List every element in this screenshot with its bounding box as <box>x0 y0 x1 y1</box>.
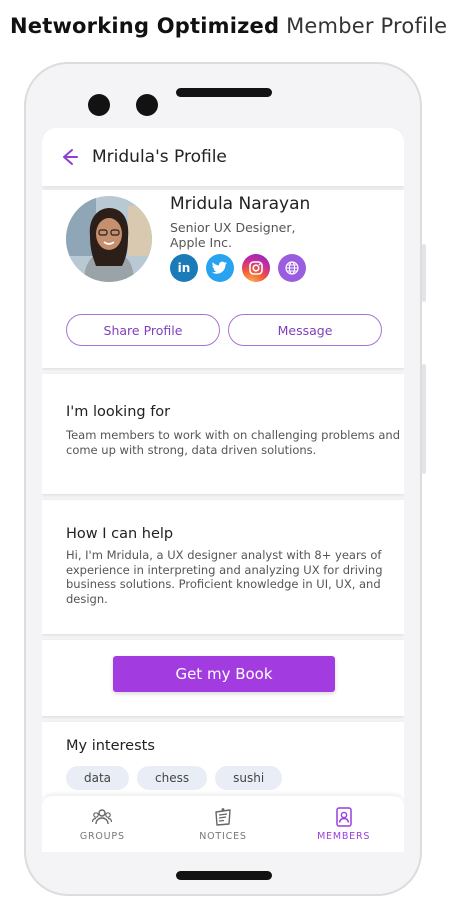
app-screen: Mridula's Profile Mridula Narayan Senior… <box>42 128 404 852</box>
volume-button <box>422 244 426 302</box>
how-help-text: Hi, I'm Mridula, a UX designer analyst w… <box>66 548 383 606</box>
members-icon <box>333 806 355 828</box>
back-arrow-icon[interactable] <box>58 146 80 168</box>
groups-icon <box>91 806 113 828</box>
interest-chip[interactable]: data <box>66 766 130 790</box>
camera-dot <box>88 94 110 116</box>
bottom-navigation: GROUPS NOTICES MEMBERS <box>42 796 404 852</box>
nav-item-members[interactable]: MEMBERS <box>289 806 399 842</box>
nav-label-groups: GROUPS <box>79 831 125 842</box>
sensor-dot <box>136 94 158 116</box>
power-button <box>422 364 426 474</box>
interest-chip[interactable]: sushi <box>215 766 283 790</box>
avatar <box>66 196 152 282</box>
social-links: in <box>170 254 306 282</box>
share-profile-button[interactable]: Share Profile <box>66 314 220 346</box>
nav-label-members: MEMBERS <box>317 831 371 842</box>
message-button[interactable]: Message <box>228 314 382 346</box>
interests-title: My interests <box>66 738 155 754</box>
home-indicator <box>176 871 272 880</box>
globe-icon[interactable] <box>278 254 306 282</box>
nav-item-groups[interactable]: GROUPS <box>47 806 157 842</box>
how-i-can-help-card: How I can help Hi, I'm Mridula, a UX des… <box>42 500 404 634</box>
book-card: Get my Book <box>42 640 404 716</box>
nav-label-notices: NOTICES <box>199 831 247 842</box>
page-headline: Networking Optimized Member Profile <box>10 14 447 38</box>
notices-icon <box>212 806 234 828</box>
how-help-title: How I can help <box>66 526 174 542</box>
app-bar: Mridula's Profile <box>42 128 404 186</box>
instagram-icon[interactable] <box>242 254 270 282</box>
looking-for-text: Team members to work with on challenging… <box>66 428 401 457</box>
role-company: Apple Inc. <box>170 235 233 250</box>
member-name: Mridula Narayan <box>170 194 311 214</box>
linkedin-icon[interactable]: in <box>170 254 198 282</box>
nav-item-notices[interactable]: NOTICES <box>168 806 278 842</box>
looking-for-card: I'm looking for Team members to work wit… <box>42 374 404 494</box>
interest-chips: data chess sushi <box>66 766 283 790</box>
interest-chip[interactable]: chess <box>137 766 208 790</box>
role-title: Senior UX Designer, <box>170 220 296 235</box>
speaker-grill <box>176 88 272 97</box>
page-title: Mridula's Profile <box>92 147 227 167</box>
headline-light: Member Profile <box>286 14 448 38</box>
looking-for-title: I'm looking for <box>66 404 171 420</box>
member-role: Senior UX Designer, Apple Inc. <box>170 220 350 250</box>
twitter-icon[interactable] <box>206 254 234 282</box>
headline-bold: Networking Optimized <box>10 14 280 38</box>
profile-card: Mridula Narayan Senior UX Designer, Appl… <box>42 190 404 368</box>
get-my-book-button[interactable]: Get my Book <box>113 656 335 692</box>
phone-frame: Mridula's Profile Mridula Narayan Senior… <box>24 62 426 896</box>
